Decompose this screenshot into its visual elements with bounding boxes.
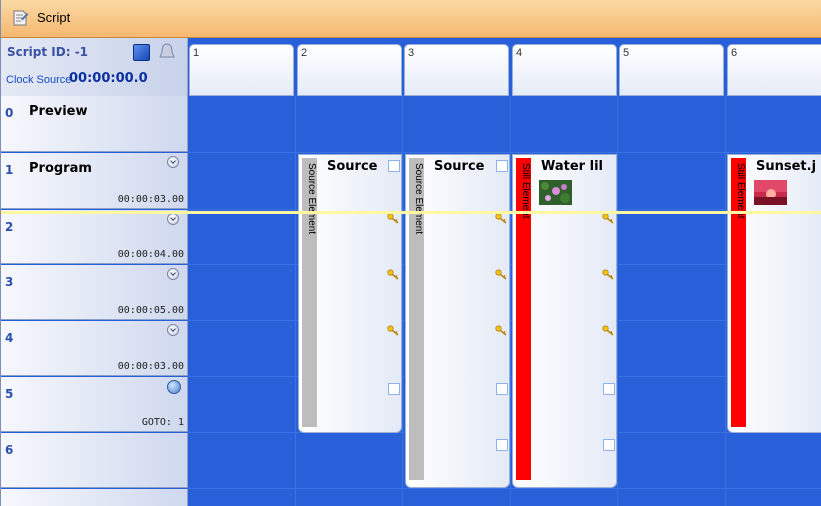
row-number: 6 [5,443,14,457]
title-bar: Script [1,0,821,38]
row-header-program[interactable]: 1 Program 00:00:03.00 [1,153,188,209]
script-id-label: Script ID: -1 [7,45,89,59]
column-divider [510,96,511,506]
playhead-line[interactable] [1,211,821,214]
row-number: 1 [5,163,14,177]
cue-card-water-lil[interactable]: Still Element Water lil [512,154,617,488]
element-type-strip: Still Element [516,158,531,480]
key-icon[interactable] [602,325,615,336]
card-select-box[interactable] [388,160,400,172]
clock-source-label: Clock Source [6,74,72,86]
row-header-7[interactable] [1,489,188,506]
script-grid: Script ID: -1 Clock Source 00:00:00.0 1 … [1,38,821,506]
sunset-thumbnail [754,180,787,205]
strip-label: Source Element [413,163,424,235]
row-header-3[interactable]: 3 00:00:05.00 [1,265,188,320]
chevron-down-icon[interactable] [167,324,179,336]
stop-button[interactable] [133,44,150,61]
element-type-strip: Still Element [731,158,746,427]
row-number: 2 [5,220,14,234]
key-icon[interactable] [602,269,615,280]
row-divider [188,152,821,153]
row-duration: 00:00:04.00 [117,249,184,260]
row-duration: 00:00:03.00 [117,194,184,205]
script-app-icon [13,10,29,26]
row-header-6[interactable]: 6 [1,433,188,488]
row-header-5[interactable]: 5 GOTO: 1 [1,377,188,432]
row-number: 0 [5,106,14,120]
script-window: Script Script ID: -1 Clock Source 00:00:… [0,0,821,506]
row-duration: 00:00:03.00 [117,361,184,372]
row-goto: GOTO: 1 [141,417,184,428]
chevron-down-icon[interactable] [167,268,179,280]
column-header-1[interactable]: 1 [189,44,294,96]
chevron-down-icon[interactable] [167,156,179,168]
column-header-4[interactable]: 4 [512,44,617,96]
cue-card-sunset[interactable]: Still Element Sunset.j [727,154,821,433]
column-header-3[interactable]: 3 [404,44,509,96]
row-number: 5 [5,387,14,401]
cue-card-source[interactable]: Source Element Source [405,154,510,488]
column-divider [402,96,403,506]
row-header-2[interactable]: 2 00:00:04.00 [1,210,188,264]
key-icon[interactable] [602,213,615,224]
card-select-box[interactable] [496,160,508,172]
key-icon[interactable] [387,213,400,224]
element-type-strip: Source Element [409,158,424,480]
key-icon[interactable] [495,213,508,224]
card-title: Source [327,159,378,174]
element-type-strip: Source Element [302,158,317,427]
bell-icon[interactable] [159,43,175,60]
column-divider [617,96,618,506]
key-icon[interactable] [387,325,400,336]
goto-icon[interactable] [167,380,181,394]
script-header-panel: Script ID: -1 Clock Source 00:00:00.0 [1,38,188,96]
chevron-down-icon[interactable] [167,213,179,225]
key-icon[interactable] [495,325,508,336]
row-duration: 00:00:05.00 [117,305,184,316]
strip-label: Source Element [306,163,317,235]
card-select-box[interactable] [496,439,508,451]
cue-card-source[interactable]: Source Element Source [298,154,402,433]
card-select-box[interactable] [603,439,615,451]
row-header-4[interactable]: 4 00:00:03.00 [1,321,188,376]
row-name: Preview [29,104,88,119]
row-header-preview[interactable]: 0 Preview [1,96,188,152]
card-title: Water lil [541,159,603,174]
row-name: Program [29,161,92,176]
row-number: 4 [5,331,14,345]
column-header-6[interactable]: 6 [727,44,821,96]
window-title: Script [37,10,71,25]
card-select-box[interactable] [496,383,508,395]
column-divider [725,96,726,506]
card-select-box[interactable] [603,383,615,395]
key-icon[interactable] [387,269,400,280]
column-header-2[interactable]: 2 [297,44,402,96]
column-divider [295,96,296,506]
card-title: Source [434,159,485,174]
row-divider [188,488,821,489]
column-header-5[interactable]: 5 [619,44,724,96]
clock-value: 00:00:00.0 [69,71,148,86]
key-icon[interactable] [495,269,508,280]
row-number: 3 [5,275,14,289]
card-select-box[interactable] [388,383,400,395]
card-title: Sunset.j [756,159,817,174]
water-lily-thumbnail [539,180,572,205]
